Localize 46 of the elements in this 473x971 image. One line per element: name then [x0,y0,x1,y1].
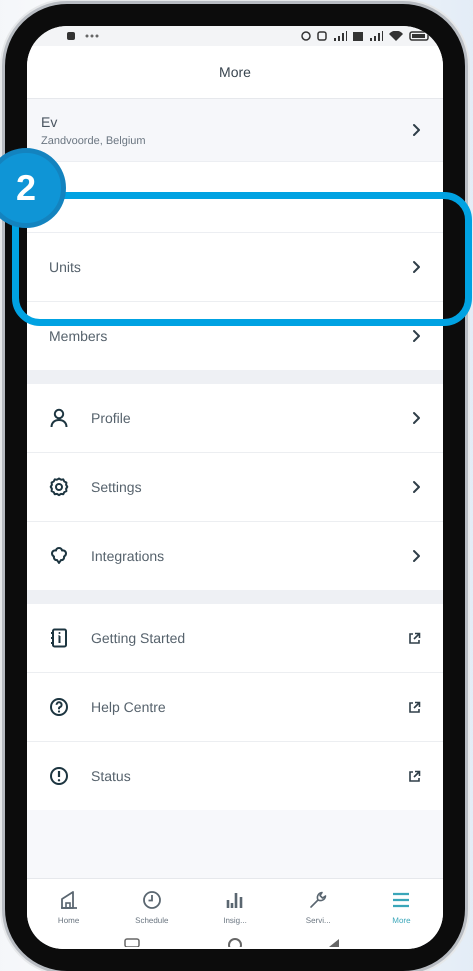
help-icon [49,697,69,717]
menu-item-label: Members [49,328,108,344]
menu-item[interactable]: Settings [27,453,443,522]
puzzle-icon [49,546,69,566]
settings-icon [49,477,69,497]
menu-item[interactable]: Profile [27,384,443,453]
chevron-icon [412,329,421,343]
battery-icon [409,31,429,41]
signal-icon [333,31,347,41]
menu-item-label: Getting Started [91,630,186,646]
external-link-icon [408,632,421,644]
menu-item-label: Integrations [91,548,166,564]
chevron-icon [412,260,421,274]
menu-item[interactable]: Units [27,233,443,302]
menu-item-label: Units [49,259,82,275]
person-icon [49,408,69,428]
exclamation-icon [49,766,69,786]
menu-item[interactable]: Members [27,302,443,370]
notebook-icon [49,628,69,648]
chevron-icon [412,549,421,563]
screen-title: More [219,64,251,80]
menu-item-label: Profile [91,410,132,426]
tab-bar-item[interactable]: Schedule [110,879,194,935]
signal-icon [369,31,383,41]
wrench-icon [308,890,328,910]
tab-bar-item[interactable]: Servi... [276,879,360,935]
menu-item-label: Status [91,768,132,784]
location-row[interactable]: Ev Zandvoorde, Belgium [27,99,443,162]
external-link-icon [408,700,421,714]
menu-item[interactable]: Getting Started [27,604,443,673]
clock-icon [142,890,162,910]
menu-item[interactable]: Status [27,742,443,810]
menu-item[interactable]: Integrations [27,522,443,590]
chevron-icon [412,411,421,425]
wifi-icon [389,31,403,41]
tab-bar-item[interactable]: Insig... [193,879,277,935]
menu-item-label: Settings [91,479,143,495]
location-name: Ev [41,114,58,130]
location-address: Zandvoorde, Belgium [41,134,146,146]
tab-bar-item[interactable]: Home [27,879,110,935]
chevron-icon [412,123,421,137]
menu-item-label: Help Centre [91,699,167,715]
external-link-icon [408,770,421,782]
menu-item[interactable]: Help Centre [27,673,443,742]
house-icon [58,890,79,910]
chevron-icon [412,480,421,494]
